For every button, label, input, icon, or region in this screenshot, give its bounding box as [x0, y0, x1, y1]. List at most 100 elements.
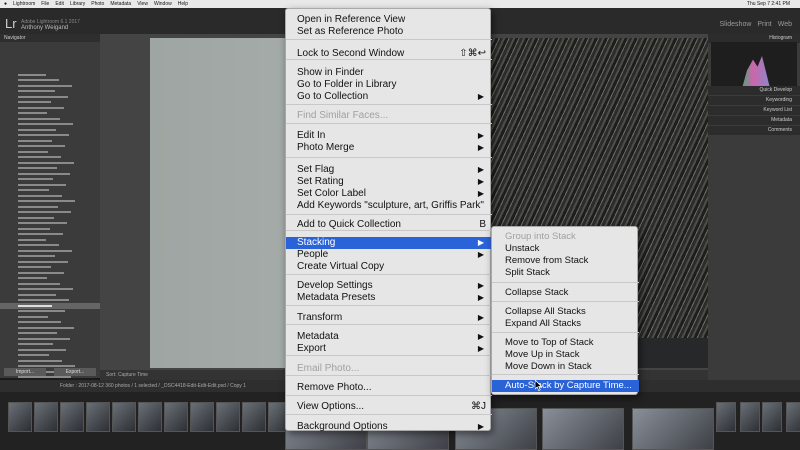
- menu-separator: [286, 324, 492, 325]
- submenu-arrow-icon: ▶: [477, 250, 484, 259]
- filmstrip-thumbnail[interactable]: [216, 402, 240, 432]
- folder-name-placeholder: [18, 128, 56, 131]
- menubar-item-window[interactable]: Window: [154, 1, 172, 7]
- filmstrip-thumbnail[interactable]: [786, 402, 800, 432]
- menu-item-set-as-reference-photo[interactable]: Set as Reference Photo: [286, 26, 492, 38]
- menu-item-transform[interactable]: Transform ▶: [286, 312, 492, 324]
- menu-item-label: Show in Finder: [297, 67, 364, 78]
- submenu-item-group-into-stack[interactable]: Group into Stack: [492, 231, 639, 243]
- menubar-item-photo[interactable]: Photo: [91, 1, 104, 7]
- menu-item-show-in-finder[interactable]: Show in Finder: [286, 67, 492, 79]
- menu-item-metadata-presets[interactable]: Metadata Presets ▶: [286, 292, 492, 304]
- menu-item-add-to-quick-collection[interactable]: Add to Quick Collection B: [286, 219, 492, 231]
- module-web[interactable]: Web: [778, 21, 792, 28]
- import-export-buttons: Import... Export...: [4, 368, 96, 376]
- mouse-cursor-icon: [535, 380, 543, 391]
- submenu-item-move-up-in-stack[interactable]: Move Up in Stack: [492, 349, 639, 361]
- menu-item-set-rating[interactable]: Set Rating ▶: [286, 176, 492, 188]
- filmstrip-thumbnail[interactable]: [138, 402, 162, 432]
- right-panel: Histogram Quick Develop Keywording Keywo…: [708, 34, 800, 380]
- menu-item-go-to-folder-in-library[interactable]: Go to Folder in Library: [286, 79, 492, 91]
- menu-shortcut: ⇧⌘↩: [459, 48, 486, 59]
- filmstrip-thumbnail[interactable]: [60, 402, 84, 432]
- menu-item-find-similar-faces[interactable]: Find Similar Faces...: [286, 110, 492, 122]
- navigator-header[interactable]: Navigator: [0, 34, 100, 42]
- module-print[interactable]: Print: [757, 21, 771, 28]
- menu-item-develop-settings[interactable]: Develop Settings ▶: [286, 280, 492, 292]
- folder-name-placeholder: [18, 112, 47, 115]
- menu-item-lock-to-second-window[interactable]: Lock to Second Window ⇧⌘↩: [286, 48, 492, 60]
- menu-item-email-photo[interactable]: Email Photo...: [286, 363, 492, 375]
- folder-name-placeholder: [18, 255, 55, 258]
- menu-item-background-options[interactable]: Background Options ▶: [286, 421, 492, 433]
- menu-item-remove-photo[interactable]: Remove Photo...: [286, 382, 492, 394]
- context-menu: Open in Reference View Set as Reference P…: [285, 8, 492, 433]
- submenu-item-remove-from-stack[interactable]: Remove from Stack: [492, 255, 639, 267]
- menubar-item-library[interactable]: Library: [70, 1, 85, 7]
- submenu-item-collapse-all-stacks[interactable]: Collapse All Stacks: [492, 306, 639, 318]
- submenu-item-move-to-top-of-stack[interactable]: Move to Top of Stack: [492, 337, 639, 349]
- folder-name-placeholder: [18, 260, 68, 263]
- panel-keywording[interactable]: Keywording: [708, 96, 800, 105]
- submenu-item-auto-stack-by-capture-time[interactable]: Auto-Stack by Capture Time...: [492, 380, 639, 392]
- filmstrip-thumbnail[interactable]: [34, 402, 58, 432]
- folder-name-placeholder: [18, 222, 67, 225]
- menu-item-edit-in[interactable]: Edit In ▶: [286, 130, 492, 142]
- menu-item-set-flag[interactable]: Set Flag ▶: [286, 164, 492, 176]
- filmstrip-thumbnail[interactable]: [542, 408, 624, 450]
- filmstrip-thumbnail[interactable]: [740, 402, 760, 432]
- menu-item-create-virtual-copy[interactable]: Create Virtual Copy: [286, 261, 492, 273]
- menubar-item-view[interactable]: View: [137, 1, 148, 7]
- menubar-item-file[interactable]: File: [41, 1, 49, 7]
- folder-name-placeholder: [18, 123, 73, 126]
- submenu-item-expand-all-stacks[interactable]: Expand All Stacks: [492, 318, 639, 330]
- menu-item-open-in-reference-view[interactable]: Open in Reference View: [286, 14, 492, 26]
- submenu-item-collapse-stack[interactable]: Collapse Stack: [492, 287, 639, 299]
- filmstrip-thumbnail[interactable]: [716, 402, 736, 432]
- menu-item-label: Create Virtual Copy: [297, 261, 385, 272]
- menu-item-go-to-collection[interactable]: Go to Collection ▶: [286, 91, 492, 103]
- menu-item-label: Photo Merge: [297, 142, 355, 153]
- sort-label[interactable]: Sort: Capture Time: [106, 372, 148, 378]
- filmstrip-thumbnail[interactable]: [112, 402, 136, 432]
- filmstrip-thumbnail[interactable]: [86, 402, 110, 432]
- menu-item-view-options[interactable]: View Options... ⌘J: [286, 401, 492, 413]
- menu-item-add-keywords-sculpture-art-griffis-park[interactable]: Add Keywords "sculpture, art, Griffis Pa…: [286, 200, 492, 212]
- submenu-item-move-down-in-stack[interactable]: Move Down in Stack: [492, 361, 639, 373]
- menu-separator: [286, 414, 492, 415]
- menubar-item-help[interactable]: Help: [178, 1, 188, 7]
- panel-quick-develop[interactable]: Quick Develop: [708, 86, 800, 95]
- menu-item-export[interactable]: Export ▶: [286, 343, 492, 355]
- import-button[interactable]: Import...: [4, 368, 46, 376]
- menu-item-people[interactable]: People ▶: [286, 249, 492, 261]
- menubar-item-metadata[interactable]: Metadata: [110, 1, 131, 7]
- submenu-arrow-icon: ▶: [477, 92, 484, 101]
- folder-name-placeholder: [18, 271, 64, 274]
- folder-name-placeholder: [18, 299, 69, 302]
- filmstrip-path[interactable]: Folder : 2017-08-12 360 photos / 1 selec…: [60, 383, 246, 389]
- menubar-item-edit[interactable]: Edit: [55, 1, 64, 7]
- filmstrip-thumbnail[interactable]: [632, 408, 714, 450]
- filmstrip-thumbnail[interactable]: [190, 402, 214, 432]
- apple-icon[interactable]: ●: [4, 1, 7, 7]
- module-slideshow[interactable]: Slideshow: [719, 21, 751, 28]
- export-button[interactable]: Export...: [54, 368, 96, 376]
- submenu-arrow-icon: ▶: [477, 344, 484, 353]
- menu-item-stacking[interactable]: Stacking ▶: [286, 237, 492, 249]
- filmstrip-thumbnail[interactable]: [8, 402, 32, 432]
- menu-item-photo-merge[interactable]: Photo Merge ▶: [286, 142, 492, 154]
- menu-item-metadata[interactable]: Metadata ▶: [286, 331, 492, 343]
- menu-separator: [286, 214, 492, 215]
- panel-keyword-list[interactable]: Keyword List: [708, 106, 800, 115]
- menubar-item-app[interactable]: Lightroom: [13, 1, 35, 7]
- filmstrip-thumbnail[interactable]: [762, 402, 782, 432]
- menu-item-set-color-label[interactable]: Set Color Label ▶: [286, 188, 492, 200]
- menu-item-label: Open in Reference View: [297, 14, 406, 25]
- submenu-item-split-stack[interactable]: Split Stack: [492, 267, 639, 279]
- menu-separator: [286, 104, 492, 105]
- submenu-item-unstack[interactable]: Unstack: [492, 243, 639, 255]
- filmstrip-thumbnail[interactable]: [164, 402, 188, 432]
- panel-comments[interactable]: Comments: [708, 126, 800, 135]
- filmstrip-thumbnail[interactable]: [242, 402, 266, 432]
- panel-metadata[interactable]: Metadata: [708, 116, 800, 125]
